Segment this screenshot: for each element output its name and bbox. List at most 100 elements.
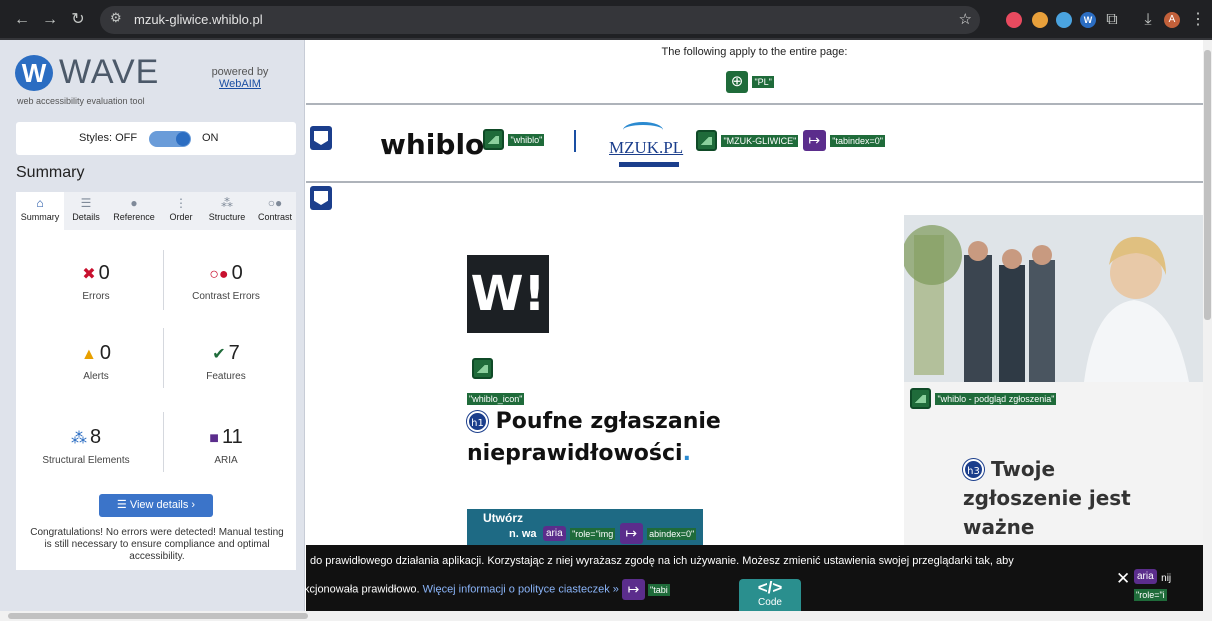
h3-badge[interactable]: h3 bbox=[963, 459, 984, 480]
cta-wave-marks: n. wa aria "role="img ↦ abindex=0" bbox=[507, 523, 697, 544]
language-label: "PL" bbox=[752, 76, 774, 88]
close-icon[interactable]: ✕ bbox=[1116, 569, 1130, 589]
mzuk-wave-marks: "MZUK-GLIWICE" ↦ "tabindex=0" bbox=[696, 130, 885, 151]
wave-tagline: web accessibility evaluation tool bbox=[17, 96, 145, 106]
tab-reference[interactable]: ● Reference bbox=[108, 192, 160, 230]
powered-by: powered by WebAIM bbox=[210, 66, 270, 90]
aria-badge[interactable]: aria bbox=[1134, 569, 1157, 585]
list-icon: ☰ bbox=[116, 499, 130, 511]
cookie-policy-link[interactable]: Więcej informacji o polityce ciasteczek … bbox=[423, 583, 619, 595]
tabindex-icon[interactable]: ↦ bbox=[802, 130, 826, 151]
back-icon[interactable]: ← bbox=[10, 8, 34, 32]
view-details-button[interactable]: ☰ View details › bbox=[99, 494, 213, 517]
wave-logo-mark-icon: W bbox=[15, 55, 53, 91]
photo-alt-label: "whiblo - podgląd zgłoszenia" bbox=[935, 392, 1057, 405]
site-settings-icon[interactable]: ⚙ bbox=[110, 10, 122, 26]
h1-badge[interactable]: h1 bbox=[467, 411, 488, 432]
styles-toggle-switch[interactable] bbox=[149, 131, 191, 147]
extension-blue-icon[interactable] bbox=[1056, 12, 1072, 28]
order-icon: ⋮ bbox=[175, 196, 187, 210]
wave-logo: W WAVE bbox=[15, 53, 165, 95]
home-icon: ⌂ bbox=[36, 196, 44, 210]
whiblo-icon-image: W! bbox=[467, 255, 549, 333]
forward-icon[interactable]: → bbox=[38, 8, 62, 32]
tabindex-icon[interactable]: ↦ bbox=[621, 579, 645, 600]
aria-icon: ■ bbox=[209, 430, 219, 447]
structure-icon: ⁂ bbox=[70, 430, 87, 447]
wave-tabs: ⌂ Summary ☰ Details ● Reference ⋮ Order ⁂ Str… bbox=[16, 192, 296, 230]
extension-red-icon[interactable] bbox=[1006, 12, 1022, 28]
tabindex-frag-label: abindex=0" bbox=[647, 527, 697, 540]
tab-summary[interactable]: ⌂ Summary bbox=[16, 192, 64, 230]
globe-icon: ⊕ bbox=[726, 71, 748, 93]
tabindex-icon[interactable]: ↦ bbox=[619, 523, 643, 544]
tab-structure[interactable]: ⁂ Structure bbox=[202, 192, 252, 230]
wave-extension-icon[interactable]: W bbox=[1080, 12, 1096, 28]
vertical-scrollbar[interactable] bbox=[1203, 40, 1212, 611]
evaluated-page: The following apply to the entire page: … bbox=[306, 40, 1203, 611]
styles-toggle-bar: Styles: OFF ON bbox=[16, 122, 296, 155]
header-separator bbox=[574, 130, 576, 152]
tabindex-label: "tabindex=0" bbox=[830, 134, 885, 147]
cookie-text-line1: do prawidłowego działania aplikacji. Kor… bbox=[310, 555, 1014, 567]
features-stat[interactable]: ✔ 7 Features bbox=[166, 342, 286, 382]
address-bar[interactable]: ⚙ mzuk-gliwice.whiblo.pl ☆ bbox=[100, 6, 980, 34]
role-img-label: "role="i bbox=[1134, 588, 1167, 601]
wave-logo-text: WAVE bbox=[59, 53, 160, 91]
create-report-box[interactable]: Utwórz n. wa aria "role="img ↦ abindex=0… bbox=[467, 509, 703, 549]
contrast-icon: ○● bbox=[267, 196, 283, 210]
congrats-message: Congratulations! No errors were detected… bbox=[30, 527, 284, 562]
aria-badge[interactable]: aria bbox=[542, 526, 566, 541]
menu-kebab-icon[interactable]: ⋮ bbox=[1186, 8, 1210, 32]
image-alt-icon[interactable] bbox=[910, 388, 931, 409]
cookie-text-line2: kcjonowała prawidłowo. Więcej informacji… bbox=[306, 579, 670, 600]
extension-orange-icon[interactable] bbox=[1032, 12, 1048, 28]
photo-wave-marks: "whiblo - podgląd zgłoszenia" bbox=[910, 388, 1057, 409]
list-icon: ☰ bbox=[80, 196, 92, 210]
browser-toolbar: ← → ↻ ⚙ mzuk-gliwice.whiblo.pl ☆ W ⧉ ⤓ A… bbox=[0, 0, 1212, 40]
structural-elements-stat[interactable]: ⁂ 8 Structural Elements bbox=[26, 426, 146, 466]
webaim-link[interactable]: WebAIM bbox=[219, 78, 261, 90]
powered-by-text: powered by bbox=[211, 66, 269, 78]
cookie-right-marks: aria nij "role="i bbox=[1134, 569, 1172, 601]
bookmark-star-icon[interactable]: ☆ bbox=[959, 10, 972, 28]
styles-on-label: ON bbox=[202, 132, 219, 144]
page-wide-notice: The following apply to the entire page: bbox=[661, 46, 848, 58]
tabindex-frag-label: "tabi bbox=[648, 583, 670, 596]
contrast-error-icon: ○● bbox=[209, 266, 229, 283]
mzuk-logo[interactable]: MZUK.PL bbox=[609, 122, 683, 168]
image-alt-icon[interactable] bbox=[696, 130, 717, 151]
tab-details[interactable]: ☰ Details bbox=[66, 192, 106, 230]
aria-stat[interactable]: ■ 11 ARIA bbox=[166, 426, 286, 466]
image-alt-icon[interactable] bbox=[472, 358, 493, 379]
download-icon[interactable]: ⤓ bbox=[1136, 8, 1160, 32]
alerts-stat[interactable]: ▲ 0 Alerts bbox=[36, 342, 156, 382]
brand-alt-label: "whiblo" bbox=[508, 133, 545, 146]
tab-order[interactable]: ⋮ Order bbox=[164, 192, 198, 230]
contrast-errors-stat[interactable]: ○● 0 Contrast Errors bbox=[166, 262, 286, 302]
alert-icon: ▲ bbox=[81, 346, 97, 363]
page-heading: h1 Poufne zgłaszanie nieprawidłowości. bbox=[467, 409, 721, 466]
reload-icon[interactable]: ↻ bbox=[66, 8, 90, 32]
mzuk-alt-label: "MZUK-GLIWICE" bbox=[721, 134, 799, 147]
errors-stat[interactable]: ✖ 0 Errors bbox=[36, 262, 156, 302]
main-region-icon[interactable] bbox=[310, 186, 332, 210]
brand-wave-marks: "whiblo" bbox=[483, 129, 545, 150]
info-icon: ● bbox=[130, 196, 138, 210]
structure-icon: ⁂ bbox=[221, 196, 233, 210]
feature-check-icon: ✔ bbox=[212, 346, 226, 363]
code-button[interactable]: </> Code bbox=[739, 579, 801, 611]
url-text: mzuk-gliwice.whiblo.pl bbox=[134, 12, 263, 27]
header-region-icon[interactable] bbox=[310, 126, 332, 150]
summary-panel: ✖ 0 Errors ○● 0 Contrast Errors ▲ 0 Alerts … bbox=[16, 230, 296, 570]
horizontal-scrollbar[interactable] bbox=[0, 611, 1212, 621]
error-icon: ✖ bbox=[82, 266, 96, 283]
image-alt-icon[interactable] bbox=[483, 129, 504, 150]
code-label: Code bbox=[758, 597, 782, 608]
whiblo-logo-text[interactable]: whiblo bbox=[380, 128, 484, 161]
role-img-label: "role="img bbox=[570, 527, 616, 540]
tab-contrast[interactable]: ○● Contrast bbox=[254, 192, 296, 230]
extensions-puzzle-icon[interactable]: ⧉ bbox=[1100, 8, 1124, 32]
language-marker[interactable]: ⊕ "PL" bbox=[726, 71, 774, 93]
avatar[interactable]: A bbox=[1164, 12, 1180, 28]
